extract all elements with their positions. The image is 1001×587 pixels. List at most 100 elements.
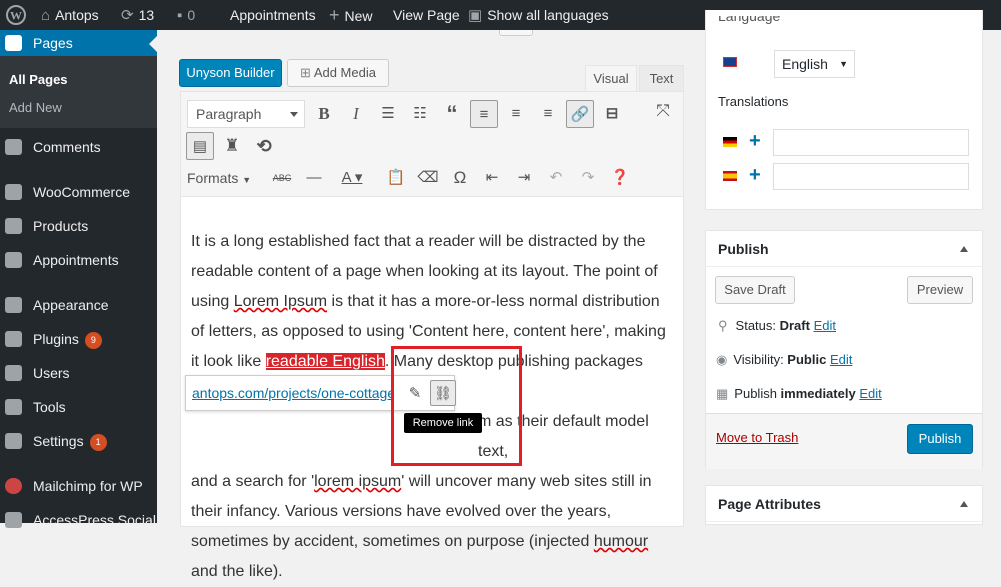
- spellcheck-word: lorem ipsum: [314, 473, 402, 490]
- pages-icon: [5, 35, 22, 51]
- menu-appearance[interactable]: Appearance: [0, 289, 157, 321]
- menu-settings[interactable]: Settings 1: [0, 425, 157, 457]
- menu-appointments[interactable]: Appointments: [0, 244, 157, 276]
- tools-icon: [5, 399, 22, 415]
- menu-tools[interactable]: Tools: [0, 391, 157, 423]
- edit-schedule-link[interactable]: Edit: [859, 386, 881, 401]
- show-languages-label: Show all languages: [487, 7, 609, 23]
- language-select[interactable]: English ▼: [774, 50, 855, 78]
- users-icon: [5, 365, 22, 381]
- save-draft-button[interactable]: Save Draft: [715, 276, 795, 304]
- menu-comments-label: Comments: [33, 139, 101, 155]
- spanish-translation-field[interactable]: [773, 163, 969, 190]
- mailchimp-icon: [5, 478, 22, 494]
- numbered-list-button[interactable]: ☷: [406, 100, 434, 128]
- collapse-arrow-icon[interactable]: [960, 501, 968, 507]
- move-to-trash-link[interactable]: Move to Trash: [716, 430, 798, 445]
- svg-text:W: W: [10, 9, 22, 23]
- bullet-list-button[interactable]: ☰: [374, 100, 402, 128]
- submenu-all-pages[interactable]: All Pages: [0, 70, 157, 90]
- align-left-button[interactable]: ≡: [470, 100, 498, 128]
- add-spanish-translation-icon[interactable]: +: [749, 165, 761, 185]
- read-more-button[interactable]: ⊟: [598, 100, 626, 128]
- tab-text[interactable]: Text: [639, 65, 684, 92]
- italic-button[interactable]: I: [342, 100, 370, 128]
- menu-users[interactable]: Users: [0, 357, 157, 389]
- blockquote-button[interactable]: “: [438, 100, 466, 128]
- publish-button[interactable]: Publish: [907, 424, 973, 454]
- status-value: Draft: [779, 318, 810, 333]
- strikethrough-button[interactable]: ABC: [268, 164, 296, 192]
- align-right-button[interactable]: ≡: [534, 100, 562, 128]
- refresh-icon: ⟳: [121, 7, 134, 24]
- indent-icon[interactable]: ⇥: [510, 164, 538, 192]
- appointments-link[interactable]: Appointments: [230, 0, 316, 30]
- align-center-button[interactable]: ≡: [502, 100, 530, 128]
- chevron-down-icon: ▼: [839, 59, 848, 69]
- wordpress-logo-icon[interactable]: W: [6, 0, 26, 30]
- horizontal-line-button[interactable]: —: [300, 164, 328, 192]
- text-span: ' will uncover many web sites still in: [401, 473, 652, 490]
- show-languages-link[interactable]: ▣ Show all languages: [468, 0, 609, 30]
- settings-icon: [5, 433, 22, 449]
- new-link[interactable]: + New: [329, 0, 373, 30]
- publish-title: Publish: [718, 241, 769, 257]
- updates-link[interactable]: ⟳ 13: [121, 0, 154, 30]
- outdent-icon[interactable]: ⇤: [478, 164, 506, 192]
- menu-comments[interactable]: Comments: [0, 131, 157, 163]
- eye-icon: ◉: [716, 352, 728, 367]
- help-icon[interactable]: ❓: [606, 164, 634, 192]
- undo-icon[interactable]: ↶: [542, 164, 570, 192]
- menu-appearance-label: Appearance: [33, 297, 109, 313]
- settings-badge: 1: [89, 433, 107, 451]
- special-character-icon[interactable]: Ω: [446, 164, 474, 192]
- german-translation-field[interactable]: [773, 129, 969, 156]
- text-color-button[interactable]: A ▾: [332, 164, 372, 192]
- spy-icon[interactable]: ♜: [218, 132, 246, 160]
- content-line-10: and the like).: [191, 563, 283, 580]
- site-name-link[interactable]: ⌂ Antops: [41, 0, 99, 30]
- submenu-add-new[interactable]: Add New: [0, 98, 157, 118]
- menu-products[interactable]: Products: [0, 210, 157, 242]
- publish-box: Publish Save Draft Preview ⚲ Status: Draf…: [705, 230, 983, 469]
- tab-visual[interactable]: Visual: [585, 65, 637, 92]
- edit-status-link[interactable]: Edit: [814, 318, 836, 333]
- formats-dropdown[interactable]: Formats ▼: [187, 164, 267, 192]
- translate-icon: ▣: [468, 7, 483, 24]
- insert-link-button[interactable]: 🔗: [566, 100, 594, 128]
- uk-flag-icon: [723, 57, 737, 67]
- view-page-link[interactable]: View Page: [393, 0, 460, 30]
- collapse-arrow-icon[interactable]: [960, 246, 968, 252]
- fullscreen-button[interactable]: ⤧: [649, 97, 677, 125]
- unyson-builder-button[interactable]: Unyson Builder: [179, 59, 282, 87]
- menu-plugins[interactable]: Plugins 9: [0, 323, 157, 355]
- schedule-row: ▦ Publish immediately Edit: [716, 386, 882, 402]
- woocommerce-icon: [5, 184, 22, 200]
- text-span: sometimes by accident, sometimes on purp…: [191, 533, 594, 550]
- selected-link-text[interactable]: readable English: [265, 353, 385, 370]
- comments-link[interactable]: ▪ 0: [177, 0, 195, 30]
- bold-button[interactable]: B: [310, 100, 338, 128]
- page-attributes-header[interactable]: Page Attributes: [706, 486, 982, 522]
- paste-text-icon[interactable]: 📋: [382, 164, 410, 192]
- link-url[interactable]: antops.com/projects/one-cottage: [192, 385, 392, 401]
- permalink-edit-button[interactable]: [499, 30, 533, 36]
- menu-mailchimp[interactable]: Mailchimp for WP: [0, 470, 157, 502]
- publish-header[interactable]: Publish: [706, 231, 982, 267]
- preview-button[interactable]: Preview: [907, 276, 973, 304]
- sync-icon[interactable]: ⟲: [250, 132, 278, 160]
- clear-formatting-icon[interactable]: ⌫: [414, 164, 442, 192]
- menu-woocommerce[interactable]: WooCommerce: [0, 176, 157, 208]
- text-span: is that it has a more-or-less normal dis…: [327, 293, 660, 310]
- add-german-translation-icon[interactable]: +: [749, 131, 761, 151]
- menu-pages[interactable]: Pages: [0, 30, 157, 56]
- products-icon: [5, 218, 22, 234]
- add-media-button[interactable]: ⊞ Add Media: [287, 59, 389, 87]
- edit-visibility-link[interactable]: Edit: [830, 352, 852, 367]
- format-select[interactable]: Paragraph: [187, 100, 305, 128]
- redo-icon[interactable]: ↷: [574, 164, 602, 192]
- toolbar-toggle-button[interactable]: ▤: [186, 132, 214, 160]
- appearance-icon: [5, 297, 22, 313]
- menu-settings-label: Settings: [33, 433, 84, 449]
- menu-accesspress[interactable]: AccessPress Social: [0, 504, 157, 536]
